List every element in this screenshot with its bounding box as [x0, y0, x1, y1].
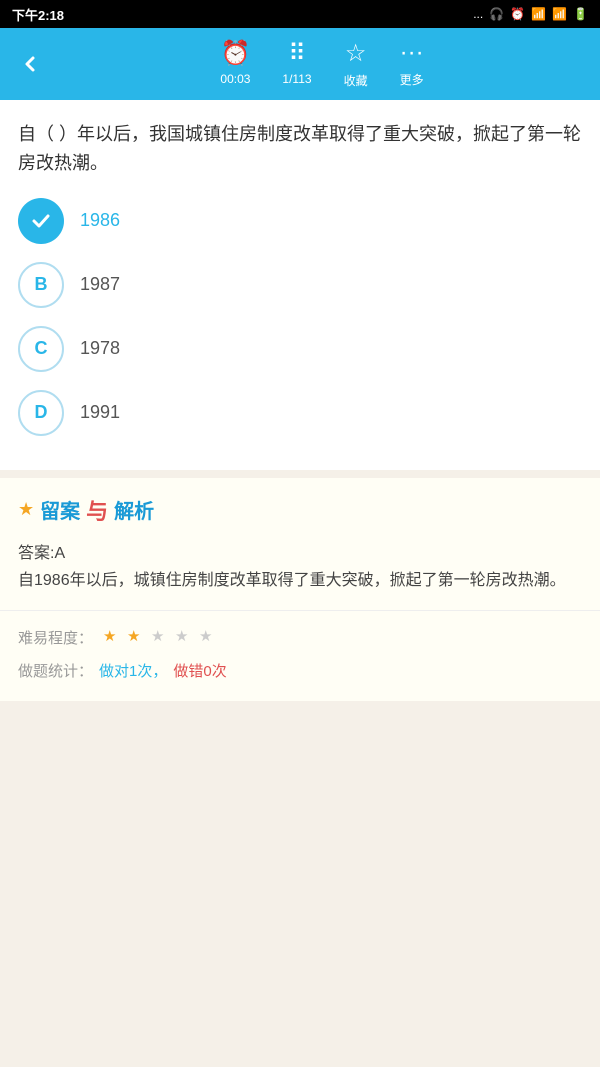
question-area: 自（ ）年以后，我国城镇住房制度改革取得了重大突破，掀起了第一轮房改热潮。 19…	[0, 100, 600, 470]
star-outline-icon: ☆	[345, 39, 367, 68]
option-a-text: 1986	[80, 210, 120, 231]
answer-header: ★ 留案 与 解析	[18, 494, 582, 526]
stats-row: 做题统计： 做对1次， 做错0次	[18, 660, 582, 681]
nav-bar: ⏰ 00:03 ⠿ 1/113 ☆ 收藏 ··· 更多	[0, 28, 600, 100]
nav-progress[interactable]: ⠿ 1/113	[282, 39, 311, 89]
star-2: ★	[127, 627, 147, 647]
signal-dots: ...	[473, 7, 483, 21]
battery-icon: 🔋	[573, 7, 588, 21]
option-d-circle: D	[18, 390, 64, 436]
star-3: ★	[151, 627, 171, 647]
option-b-text: 1987	[80, 274, 120, 295]
alarm-icon: ⏰	[510, 7, 525, 21]
answer-section: ★ 留案 与 解析 答案:A 自1986年以后，城镇住房制度改革取得了重大突破，…	[0, 478, 600, 610]
status-bar: 下午2:18 ... 🎧 ⏰ 📶 📶 🔋	[0, 0, 600, 28]
time-label: 下午2:18	[12, 5, 64, 24]
option-a[interactable]: 1986	[18, 198, 582, 244]
star-5: ★	[199, 627, 219, 647]
progress-label: 1/113	[282, 72, 311, 86]
difficulty-stars: ★ ★ ★ ★ ★	[103, 627, 219, 647]
difficulty-row: 难易程度： ★ ★ ★ ★ ★	[18, 627, 582, 648]
option-c-text: 1978	[80, 338, 120, 359]
star-1: ★	[103, 627, 123, 647]
wifi-icon: 📶	[531, 7, 546, 21]
option-a-circle	[18, 198, 64, 244]
timer-label: 00:03	[220, 72, 250, 86]
difficulty-label: 难易程度：	[18, 627, 93, 648]
nav-center: ⏰ 00:03 ⠿ 1/113 ☆ 收藏 ··· 更多	[52, 39, 592, 89]
stats-section: 难易程度： ★ ★ ★ ★ ★ 做题统计： 做对1次， 做错0次	[0, 610, 600, 701]
answer-content: 答案:A 自1986年以后，城镇住房制度改革取得了重大突破，掀起了第一轮房改热潮…	[18, 540, 582, 594]
star-4: ★	[175, 627, 195, 647]
back-button[interactable]	[8, 42, 52, 86]
option-b[interactable]: B 1987	[18, 262, 582, 308]
answer-value: A	[54, 545, 65, 562]
signal-icon: 📶	[552, 7, 567, 21]
headphone-icon: 🎧	[489, 7, 504, 21]
question-text: 自（ ）年以后，我国城镇住房制度改革取得了重大突破，掀起了第一轮房改热潮。	[18, 120, 582, 178]
grid-icon: ⠿	[288, 39, 306, 68]
clock-icon: ⏰	[220, 39, 250, 68]
status-icons: ... 🎧 ⏰ 📶 📶 🔋	[473, 7, 588, 21]
option-c-circle: C	[18, 326, 64, 372]
favorite-label: 收藏	[344, 72, 368, 89]
option-c[interactable]: C 1978	[18, 326, 582, 372]
answer-title-blue1: 留案	[40, 495, 80, 524]
option-d-text: 1991	[80, 402, 120, 423]
more-label: 更多	[400, 71, 424, 88]
option-d[interactable]: D 1991	[18, 390, 582, 436]
stats-correct: 做对1次，	[99, 660, 167, 681]
nav-timer[interactable]: ⏰ 00:03	[220, 39, 250, 89]
explanation-text: 自1986年以后，城镇住房制度改革取得了重大突破，掀起了第一轮房改热潮。	[18, 572, 566, 589]
option-b-circle: B	[18, 262, 64, 308]
stats-label: 做题统计：	[18, 660, 93, 681]
answer-star-icon: ★	[18, 499, 34, 520]
nav-more[interactable]: ··· 更多	[400, 39, 424, 89]
stats-wrong: 做错0次	[173, 660, 226, 681]
answer-label: 答案:	[18, 545, 54, 562]
answer-title-connector: 与	[86, 494, 108, 526]
dots-icon: ···	[400, 39, 424, 67]
nav-favorite[interactable]: ☆ 收藏	[344, 39, 368, 89]
answer-title-blue2: 解析	[114, 495, 154, 524]
